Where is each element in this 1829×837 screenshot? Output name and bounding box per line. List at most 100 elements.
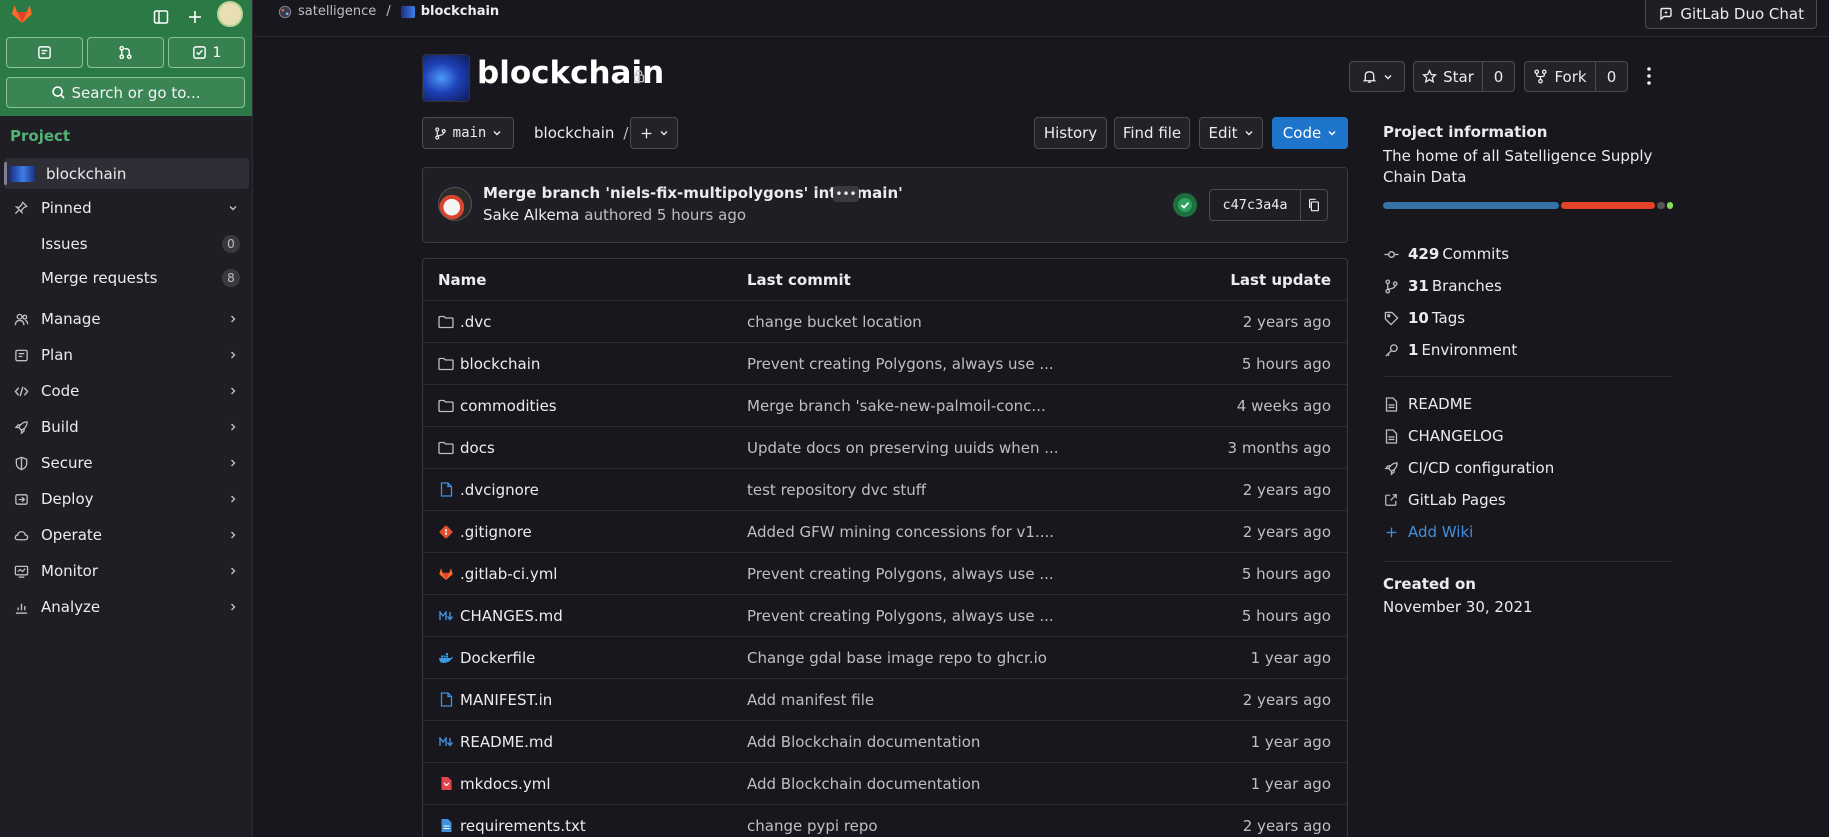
file-name[interactable]: docs (460, 439, 495, 457)
file-last-commit[interactable]: change pypi repo (747, 817, 878, 835)
table-row[interactable]: .gitlab-ci.yml Prevent creating Polygons… (423, 553, 1347, 595)
sidebar-item-label: Secure (41, 454, 93, 472)
assigned-issues-button[interactable] (6, 37, 83, 68)
file-name[interactable]: .dvcignore (460, 481, 539, 499)
file-last-commit[interactable]: change bucket location (747, 313, 922, 331)
more-actions-icon[interactable] (1646, 66, 1652, 86)
breadcrumb-item-project[interactable]: blockchain (421, 4, 500, 19)
file-name[interactable]: .gitignore (460, 523, 532, 541)
history-button[interactable]: History (1034, 117, 1107, 149)
commit-author[interactable]: Sake Alkema (483, 206, 579, 224)
author-avatar[interactable] (438, 187, 472, 221)
file-name[interactable]: blockchain (460, 355, 540, 373)
table-row[interactable]: MANIFEST.in Add manifest file 2 years ag… (423, 679, 1347, 721)
todo-button[interactable]: 1 (168, 37, 245, 68)
find-file-button[interactable]: Find file (1114, 117, 1190, 149)
fork-button[interactable]: Fork (1524, 61, 1596, 92)
file-name[interactable]: Dockerfile (460, 649, 535, 667)
star-button[interactable]: Star (1413, 61, 1483, 92)
file-name[interactable]: .dvc (460, 313, 491, 331)
sidebar-item-monitor[interactable]: Monitor (0, 554, 253, 588)
edit-button[interactable]: Edit (1199, 117, 1263, 149)
file-last-commit[interactable]: Prevent creating Polygons, always use ..… (747, 565, 1054, 583)
sidebar-item-build[interactable]: Build (0, 410, 253, 444)
path-segment[interactable]: blockchain (534, 124, 614, 142)
star-count[interactable]: 0 (1483, 61, 1515, 92)
sidebar-item-deploy[interactable]: Deploy (0, 482, 253, 516)
file-last-commit[interactable]: Prevent creating Polygons, always use ..… (747, 607, 1054, 625)
expand-commit-button[interactable]: ••• (833, 186, 859, 202)
table-row[interactable]: docs Update docs on preserving uuids whe… (423, 427, 1347, 469)
table-row[interactable]: requirements.txt change pypi repo 2 year… (423, 805, 1347, 837)
commit-sha[interactable]: c47c3a4a (1209, 189, 1301, 221)
sidebar-item-manage[interactable]: Manage (0, 302, 253, 336)
branches-link[interactable]: 31 Branches (1383, 277, 1502, 295)
file-last-commit[interactable]: Added GFW mining concessions for v1.... (747, 523, 1054, 541)
file-name[interactable]: CHANGES.md (460, 607, 563, 625)
sidebar-item-project[interactable]: blockchain (4, 158, 249, 189)
table-row[interactable]: .gitignore Added GFW mining concessions … (423, 511, 1347, 553)
file-last-commit[interactable]: Merge branch 'sake-new-palmoil-conc... (747, 397, 1046, 415)
file-name[interactable]: README.md (460, 733, 553, 751)
duo-chat-button[interactable]: GitLab Duo Chat (1645, 0, 1817, 29)
table-row[interactable]: Dockerfile Change gdal base image repo t… (423, 637, 1347, 679)
file-last-commit[interactable]: Add Blockchain documentation (747, 775, 980, 793)
readme-link[interactable]: README (1383, 395, 1472, 413)
create-new-icon[interactable] (182, 4, 208, 30)
file-name[interactable]: mkdocs.yml (460, 775, 550, 793)
sidebar-item-operate[interactable]: Operate (0, 518, 253, 552)
file-last-commit[interactable]: test repository dvc stuff (747, 481, 926, 499)
language-segment[interactable] (1561, 202, 1655, 209)
table-row[interactable]: .dvc change bucket location 2 years ago (423, 301, 1347, 343)
file-last-commit[interactable]: Change gdal base image repo to ghcr.io (747, 649, 1047, 667)
branch-selector[interactable]: main (422, 117, 514, 149)
chevron-right-icon (228, 386, 238, 396)
sidebar-item-secure[interactable]: Secure (0, 446, 253, 480)
changelog-link[interactable]: CHANGELOG (1383, 427, 1504, 445)
file-last-commit[interactable]: Update docs on preserving uuids when ... (747, 439, 1059, 457)
gitlab-pages-link[interactable]: GitLab Pages (1383, 491, 1506, 509)
tags-link[interactable]: 10 Tags (1383, 309, 1465, 327)
sidebar-item-merge-requests[interactable]: Merge requests 8 (0, 261, 253, 295)
language-segment[interactable] (1667, 202, 1673, 209)
sidebar-item-analyze[interactable]: Analyze (0, 590, 253, 624)
sidebar-item-code[interactable]: Code (0, 374, 253, 408)
file-name[interactable]: MANIFEST.in (460, 691, 552, 709)
add-to-tree-button[interactable] (630, 117, 678, 149)
copy-sha-button[interactable] (1300, 189, 1328, 221)
pipeline-status-icon[interactable] (1173, 193, 1197, 217)
file-last-commit[interactable]: Prevent creating Polygons, always use ..… (747, 355, 1054, 373)
file-name[interactable]: requirements.txt (460, 817, 586, 835)
ci-cd-configuration-link[interactable]: CI/CD configuration (1383, 459, 1554, 477)
language-segment[interactable] (1656, 202, 1666, 209)
user-avatar[interactable] (217, 1, 243, 27)
merge-requests-button[interactable] (87, 37, 164, 68)
table-row[interactable]: README.md Add Blockchain documentation 1… (423, 721, 1347, 763)
table-row[interactable]: mkdocs.yml Add Blockchain documentation … (423, 763, 1347, 805)
sidebar-item-plan[interactable]: Plan (0, 338, 253, 372)
code-button[interactable]: Code (1272, 117, 1348, 149)
table-row[interactable]: commodities Merge branch 'sake-new-palmo… (423, 385, 1347, 427)
sidebar-item-issues[interactable]: Issues 0 (0, 227, 253, 261)
add-wiki-link[interactable]: Add Wiki (1383, 523, 1473, 541)
search-button[interactable]: Search or go to... (6, 77, 245, 108)
language-segment[interactable] (1383, 202, 1560, 209)
file-last-commit[interactable]: Add manifest file (747, 691, 874, 709)
gitlab-logo-icon[interactable] (10, 1, 34, 25)
environments-link[interactable]: 1 Environment (1383, 341, 1517, 359)
breadcrumb-item-group[interactable]: satelligence (298, 4, 376, 19)
file-name[interactable]: commodities (460, 397, 557, 415)
chevron-right-icon (228, 602, 238, 612)
table-row[interactable]: blockchain Prevent creating Polygons, al… (423, 343, 1347, 385)
commits-link[interactable]: 429 Commits (1383, 245, 1509, 263)
sidebar-toggle-icon[interactable] (148, 4, 174, 30)
users-icon (13, 312, 29, 327)
notifications-button[interactable] (1349, 61, 1405, 92)
table-row[interactable]: CHANGES.md Prevent creating Polygons, al… (423, 595, 1347, 637)
table-row[interactable]: .dvcignore test repository dvc stuff 2 y… (423, 469, 1347, 511)
fork-count[interactable]: 0 (1596, 61, 1628, 92)
language-bar[interactable] (1383, 202, 1673, 209)
file-last-commit[interactable]: Add Blockchain documentation (747, 733, 980, 751)
sidebar-item-pinned[interactable]: Pinned (0, 191, 253, 225)
file-name[interactable]: .gitlab-ci.yml (460, 565, 557, 583)
